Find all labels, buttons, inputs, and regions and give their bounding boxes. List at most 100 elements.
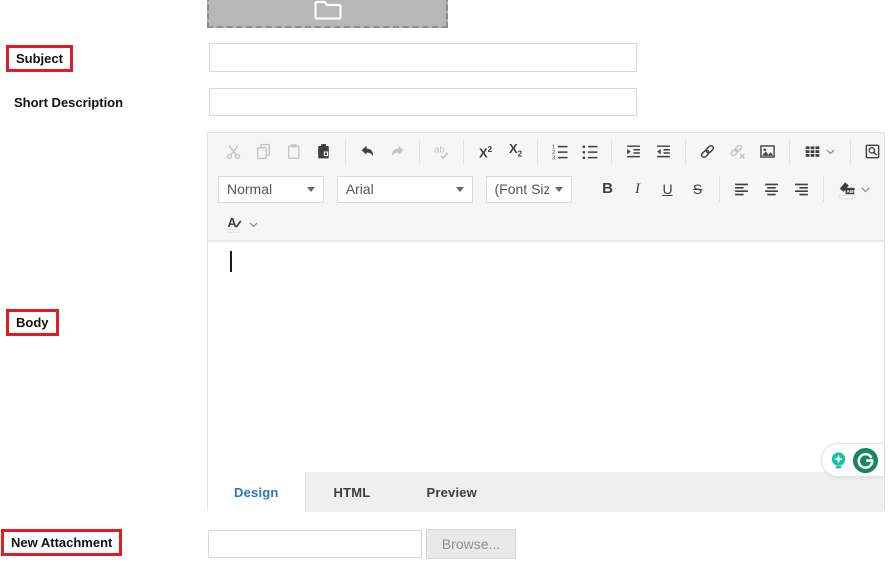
editor-mode-tabstrip: DesignHTMLPreview xyxy=(208,472,884,512)
svg-text:3: 3 xyxy=(552,156,555,160)
text-caret xyxy=(230,251,232,272)
tab-preview[interactable]: Preview xyxy=(398,472,505,512)
paragraph-style-value: Normal xyxy=(227,181,272,197)
toolbar-group xyxy=(212,139,345,165)
unordered-list-button[interactable] xyxy=(576,138,603,165)
redo-button[interactable] xyxy=(384,138,411,165)
ordered-list-icon: 123 xyxy=(551,143,568,160)
grammarly-logo-icon[interactable] xyxy=(852,447,879,474)
tab-html[interactable]: HTML xyxy=(306,472,399,512)
outdent-button[interactable] xyxy=(650,138,677,165)
toolbar-group xyxy=(850,139,892,165)
editor-toolbar-row-2: Normal Arial (Font Size BIUS ABC xyxy=(208,170,884,208)
paste-button[interactable] xyxy=(280,138,307,165)
font-color-icon: A xyxy=(225,215,244,234)
unordered-list-icon xyxy=(581,143,598,160)
cut-button[interactable] xyxy=(220,138,247,165)
highlight-color-button[interactable]: ABC xyxy=(832,176,876,203)
new-attachment-label-text: New Attachment xyxy=(11,535,112,550)
spell-check-button[interactable]: ab xyxy=(428,138,455,165)
new-attachment-label: New Attachment xyxy=(1,529,122,556)
font-family-dropdown-arrow-icon[interactable] xyxy=(456,187,464,192)
svg-text:ab: ab xyxy=(434,145,445,156)
insert-link-button[interactable] xyxy=(694,138,721,165)
toolbar-group: A xyxy=(212,211,272,237)
editor-toolbar-row-1: ab X2 X2 123 xyxy=(208,133,884,170)
document-preview-icon xyxy=(864,143,881,160)
bold-button[interactable]: B xyxy=(594,176,621,203)
editor-toolbar-row-3: A xyxy=(208,208,884,241)
font-family-value: Arial xyxy=(346,181,374,197)
font-size-value: (Font Size xyxy=(495,181,550,197)
attachment-dropzone[interactable] xyxy=(207,0,448,28)
short-description-label: Short Description xyxy=(14,95,123,110)
superscript-icon: X2 xyxy=(479,150,492,153)
remove-link-icon xyxy=(729,143,746,160)
subject-input[interactable] xyxy=(209,43,637,72)
remove-link-button[interactable] xyxy=(724,138,751,165)
spell-check-icon: ab xyxy=(433,143,450,160)
grammarly-suggestions-icon[interactable] xyxy=(828,450,849,471)
svg-text:ABC: ABC xyxy=(846,188,856,194)
svg-text:A: A xyxy=(227,216,236,230)
folder-icon xyxy=(313,0,343,21)
paste-special-icon xyxy=(315,143,332,160)
font-family-dropdown[interactable]: Arial xyxy=(337,176,473,203)
font-size-dropdown-arrow-icon[interactable] xyxy=(555,187,563,192)
toolbar-group xyxy=(611,139,685,165)
toolbar-group xyxy=(345,139,419,165)
paste-special-button[interactable] xyxy=(310,138,337,165)
font-size-dropdown[interactable]: (Font Size xyxy=(486,176,573,203)
short-description-input[interactable] xyxy=(209,88,637,116)
align-left-button[interactable] xyxy=(728,176,755,203)
insert-table-chevron-down-icon[interactable] xyxy=(824,145,837,158)
body-label-text: Body xyxy=(16,315,49,330)
insert-table-icon xyxy=(804,143,821,160)
align-right-button[interactable] xyxy=(788,176,815,203)
underline-button[interactable]: U xyxy=(654,176,681,203)
align-center-button[interactable] xyxy=(758,176,785,203)
copy-button[interactable] xyxy=(250,138,277,165)
toolbar-group xyxy=(719,176,823,202)
grammarly-widget[interactable] xyxy=(821,443,884,477)
undo-icon xyxy=(359,143,376,160)
indent-icon xyxy=(625,143,642,160)
insert-table-button[interactable] xyxy=(798,138,842,165)
editor-body-content[interactable] xyxy=(208,241,884,472)
font-color-button[interactable]: A xyxy=(220,211,264,238)
paragraph-style-dropdown-arrow-icon[interactable] xyxy=(307,187,315,192)
align-center-icon xyxy=(763,181,780,198)
strikethrough-button[interactable]: S xyxy=(684,176,711,203)
insert-image-icon xyxy=(759,143,776,160)
new-attachment-input[interactable] xyxy=(208,530,422,558)
toolbar-group: ABC xyxy=(823,176,884,202)
toolbar-group: 123 xyxy=(537,139,611,165)
insert-link-icon xyxy=(699,143,716,160)
cut-icon xyxy=(225,143,242,160)
body-label: Body xyxy=(6,309,59,336)
subscript-button[interactable]: X2 xyxy=(502,138,529,165)
document-preview-button[interactable] xyxy=(859,138,886,165)
toolbar-group xyxy=(685,139,789,165)
insert-image-button[interactable] xyxy=(754,138,781,165)
outdent-icon xyxy=(655,143,672,160)
tab-design[interactable]: Design xyxy=(208,472,306,512)
paragraph-style-dropdown[interactable]: Normal xyxy=(218,176,324,203)
highlight-color-chevron-down-icon[interactable] xyxy=(859,183,872,196)
superscript-button[interactable]: X2 xyxy=(472,138,499,165)
subscript-icon: X2 xyxy=(509,149,522,155)
indent-button[interactable] xyxy=(620,138,647,165)
toolbar-group: BIUS xyxy=(586,176,719,202)
font-color-chevron-down-icon[interactable] xyxy=(247,218,260,231)
align-right-icon xyxy=(793,181,810,198)
toolbar-group: X2 X2 xyxy=(463,139,537,165)
form-page: Subject Short Description Body ab X2 X2 123… xyxy=(0,0,892,565)
align-left-icon xyxy=(733,181,750,198)
undo-button[interactable] xyxy=(354,138,381,165)
italic-button[interactable]: I xyxy=(624,176,651,203)
subject-label: Subject xyxy=(6,45,73,72)
ordered-list-button[interactable]: 123 xyxy=(546,138,573,165)
subject-label-text: Subject xyxy=(16,51,63,66)
browse-button[interactable]: Browse... xyxy=(426,529,516,559)
paste-icon xyxy=(285,143,302,160)
